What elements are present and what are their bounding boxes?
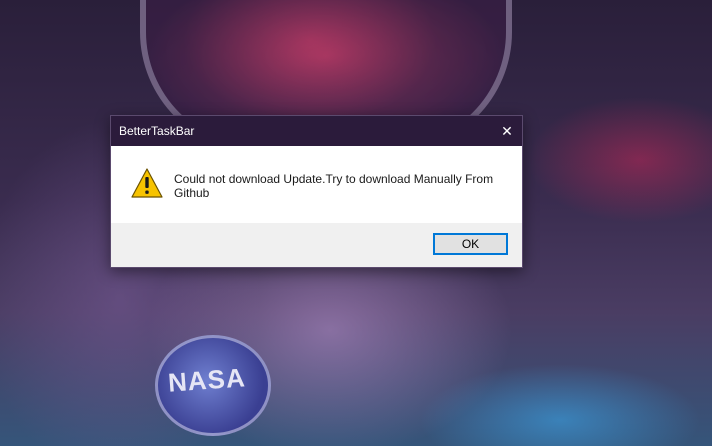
dialog-title: BetterTaskBar <box>119 124 195 138</box>
close-icon: ✕ <box>501 122 513 139</box>
dialog-body: Could not download Update.Try to downloa… <box>111 146 522 223</box>
message-dialog: BetterTaskBar ✕ Could not download Updat… <box>110 115 523 268</box>
nasa-patch-text: NASA <box>167 362 247 398</box>
dialog-titlebar[interactable]: BetterTaskBar ✕ <box>111 116 522 146</box>
close-button[interactable]: ✕ <box>492 116 522 146</box>
warning-icon <box>131 168 163 198</box>
ok-button[interactable]: OK <box>433 233 508 255</box>
dialog-message: Could not download Update.Try to downloa… <box>174 172 494 200</box>
dialog-footer: OK <box>111 223 522 267</box>
